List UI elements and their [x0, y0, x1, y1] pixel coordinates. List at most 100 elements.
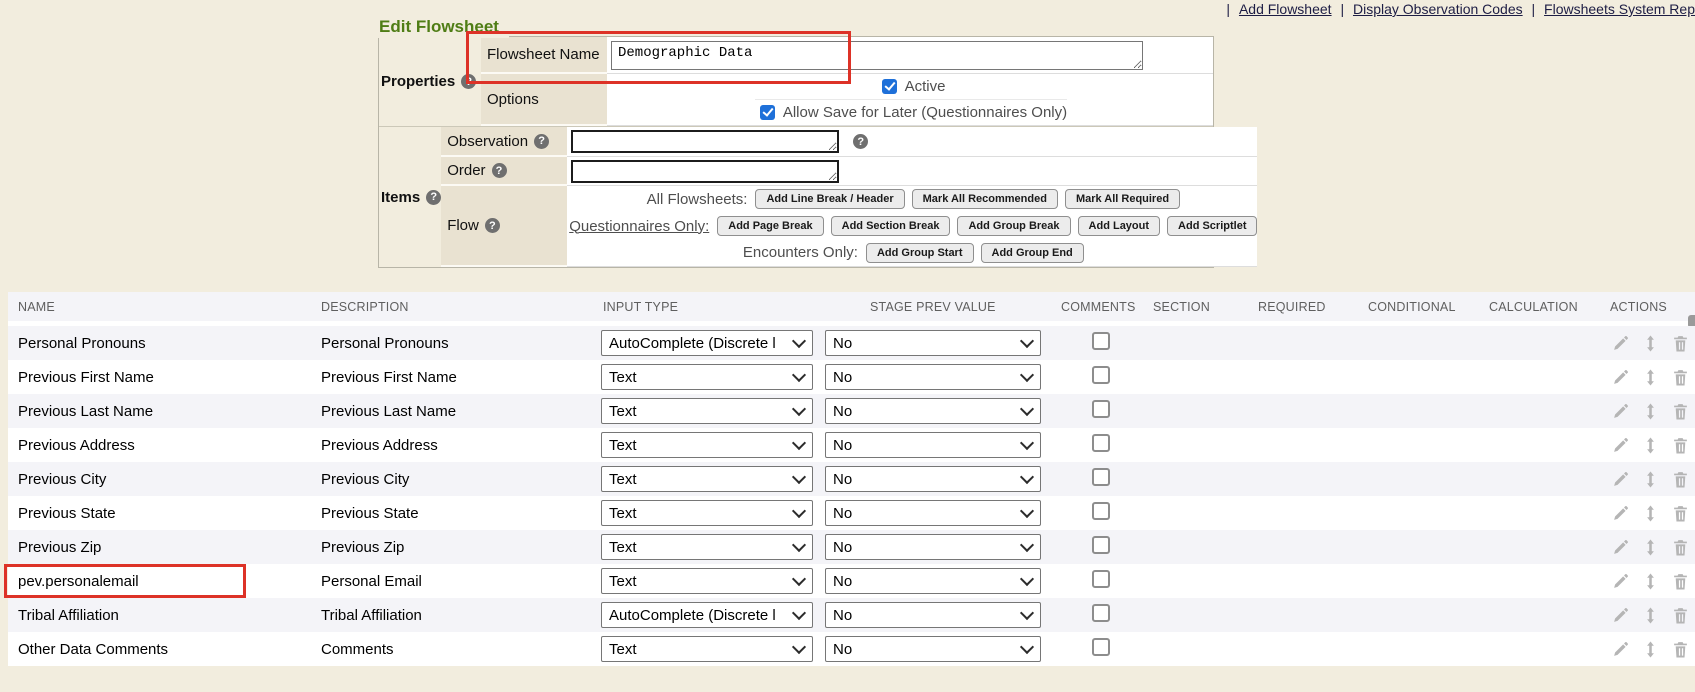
- flow-button-add-section-break[interactable]: Add Section Break: [831, 216, 951, 236]
- stage-prev-value-select[interactable]: No: [825, 432, 1041, 458]
- edit-pencil-icon[interactable]: [1612, 505, 1629, 522]
- help-icon[interactable]: ?: [853, 134, 868, 149]
- edit-pencil-icon[interactable]: [1612, 607, 1629, 624]
- stage-prev-value-select[interactable]: No: [825, 636, 1041, 662]
- input-type-select[interactable]: AutoComplete (Discrete l: [601, 602, 813, 628]
- stage-prev-value: No: [833, 335, 852, 352]
- move-updown-icon[interactable]: [1642, 471, 1659, 488]
- input-type-select[interactable]: Text: [601, 398, 813, 424]
- help-icon[interactable]: ?: [461, 74, 476, 89]
- active-checkbox[interactable]: [882, 79, 897, 94]
- chevron-down-icon: [1020, 436, 1034, 450]
- comments-checkbox[interactable]: [1092, 468, 1110, 486]
- allow-save-checkbox[interactable]: [760, 105, 775, 120]
- edit-pencil-icon[interactable]: [1612, 641, 1629, 658]
- input-type-select[interactable]: Text: [601, 466, 813, 492]
- flow-button-mark-all-required[interactable]: Mark All Required: [1065, 189, 1180, 209]
- observation-input[interactable]: [571, 130, 839, 153]
- help-icon[interactable]: ?: [534, 134, 549, 149]
- delete-trash-icon[interactable]: [1672, 437, 1689, 454]
- comments-checkbox[interactable]: [1092, 366, 1110, 384]
- move-updown-icon[interactable]: [1642, 539, 1659, 556]
- comments-checkbox[interactable]: [1092, 536, 1110, 554]
- help-icon[interactable]: ?: [492, 163, 507, 178]
- item-name: Tribal Affiliation: [18, 607, 321, 624]
- flow-button-add-page-break[interactable]: Add Page Break: [717, 216, 823, 236]
- link-display-observation-codes[interactable]: Display Observation Codes: [1353, 1, 1523, 17]
- flow-button-add-layout[interactable]: Add Layout: [1078, 216, 1161, 236]
- chevron-down-icon: [792, 606, 806, 620]
- input-type-select[interactable]: Text: [601, 568, 813, 594]
- edit-pencil-icon[interactable]: [1612, 437, 1629, 454]
- stage-prev-value-select[interactable]: No: [825, 398, 1041, 424]
- edit-pencil-icon[interactable]: [1612, 539, 1629, 556]
- input-type-select[interactable]: AutoComplete (Discrete l: [601, 330, 813, 356]
- stage-prev-value-select[interactable]: No: [825, 500, 1041, 526]
- flow-button-add-group-start[interactable]: Add Group Start: [866, 243, 974, 263]
- delete-trash-icon[interactable]: [1672, 505, 1689, 522]
- chevron-down-icon: [1020, 640, 1034, 654]
- stage-prev-value-select[interactable]: No: [825, 364, 1041, 390]
- delete-trash-icon[interactable]: [1672, 403, 1689, 420]
- flowsheet-name-input[interactable]: Demographic Data: [611, 41, 1143, 70]
- edit-pencil-icon[interactable]: [1612, 369, 1629, 386]
- item-description: Previous Address: [321, 437, 603, 454]
- order-input[interactable]: [571, 160, 839, 183]
- help-icon[interactable]: ?: [426, 190, 441, 205]
- input-type-select[interactable]: Text: [601, 364, 813, 390]
- flowsheet-name-label: Flowsheet Name: [481, 37, 607, 74]
- stage-prev-value-select[interactable]: No: [825, 466, 1041, 492]
- delete-trash-icon[interactable]: [1672, 369, 1689, 386]
- flow-button-mark-all-recommended[interactable]: Mark All Recommended: [912, 189, 1058, 209]
- link-add-flowsheet[interactable]: Add Flowsheet: [1239, 1, 1332, 17]
- edit-pencil-icon[interactable]: [1612, 335, 1629, 352]
- stage-prev-value: No: [833, 471, 852, 488]
- move-updown-icon[interactable]: [1642, 369, 1659, 386]
- move-updown-icon[interactable]: [1642, 437, 1659, 454]
- input-type-value: Text: [609, 641, 637, 658]
- delete-trash-icon[interactable]: [1672, 573, 1689, 590]
- input-type-select[interactable]: Text: [601, 534, 813, 560]
- edit-pencil-icon[interactable]: [1612, 471, 1629, 488]
- move-updown-icon[interactable]: [1642, 641, 1659, 658]
- input-type-select[interactable]: Text: [601, 432, 813, 458]
- comments-checkbox[interactable]: [1092, 332, 1110, 350]
- stage-prev-value-select[interactable]: No: [825, 568, 1041, 594]
- link-flowsheets-system-report[interactable]: Flowsheets System Rep: [1544, 1, 1695, 17]
- nav-separator: |: [1532, 1, 1536, 17]
- comments-checkbox[interactable]: [1092, 434, 1110, 452]
- delete-trash-icon[interactable]: [1672, 539, 1689, 556]
- comments-checkbox[interactable]: [1092, 400, 1110, 418]
- delete-trash-icon[interactable]: [1672, 335, 1689, 352]
- flow-button-add-line-break-header[interactable]: Add Line Break / Header: [755, 189, 904, 209]
- move-updown-icon[interactable]: [1642, 573, 1659, 590]
- edit-pencil-icon[interactable]: [1612, 403, 1629, 420]
- comments-checkbox[interactable]: [1092, 604, 1110, 622]
- delete-trash-icon[interactable]: [1672, 641, 1689, 658]
- input-type-select[interactable]: Text: [601, 500, 813, 526]
- item-name: Personal Pronouns: [18, 335, 321, 352]
- edit-pencil-icon[interactable]: [1612, 573, 1629, 590]
- stage-prev-value-select[interactable]: No: [825, 534, 1041, 560]
- column-header-section: SECTION: [1153, 300, 1258, 314]
- comments-checkbox[interactable]: [1092, 502, 1110, 520]
- column-header-required: REQUIRED: [1258, 300, 1368, 314]
- comments-checkbox[interactable]: [1092, 570, 1110, 588]
- comments-checkbox[interactable]: [1092, 638, 1110, 656]
- input-type-select[interactable]: Text: [601, 636, 813, 662]
- stage-prev-value-select[interactable]: No: [825, 330, 1041, 356]
- move-updown-icon[interactable]: [1642, 403, 1659, 420]
- flow-button-add-group-break[interactable]: Add Group Break: [957, 216, 1070, 236]
- flow-button-add-group-end[interactable]: Add Group End: [981, 243, 1084, 263]
- move-updown-icon[interactable]: [1642, 505, 1659, 522]
- help-icon[interactable]: ?: [485, 218, 500, 233]
- move-updown-icon[interactable]: [1642, 607, 1659, 624]
- delete-trash-icon[interactable]: [1672, 471, 1689, 488]
- input-type-value: Text: [609, 369, 637, 386]
- options-label-text: Options: [487, 91, 539, 108]
- move-updown-icon[interactable]: [1642, 335, 1659, 352]
- delete-trash-icon[interactable]: [1672, 607, 1689, 624]
- stage-prev-value-select[interactable]: No: [825, 602, 1041, 628]
- flow-button-add-scriptlet[interactable]: Add Scriptlet: [1167, 216, 1257, 236]
- item-description: Tribal Affiliation: [321, 607, 603, 624]
